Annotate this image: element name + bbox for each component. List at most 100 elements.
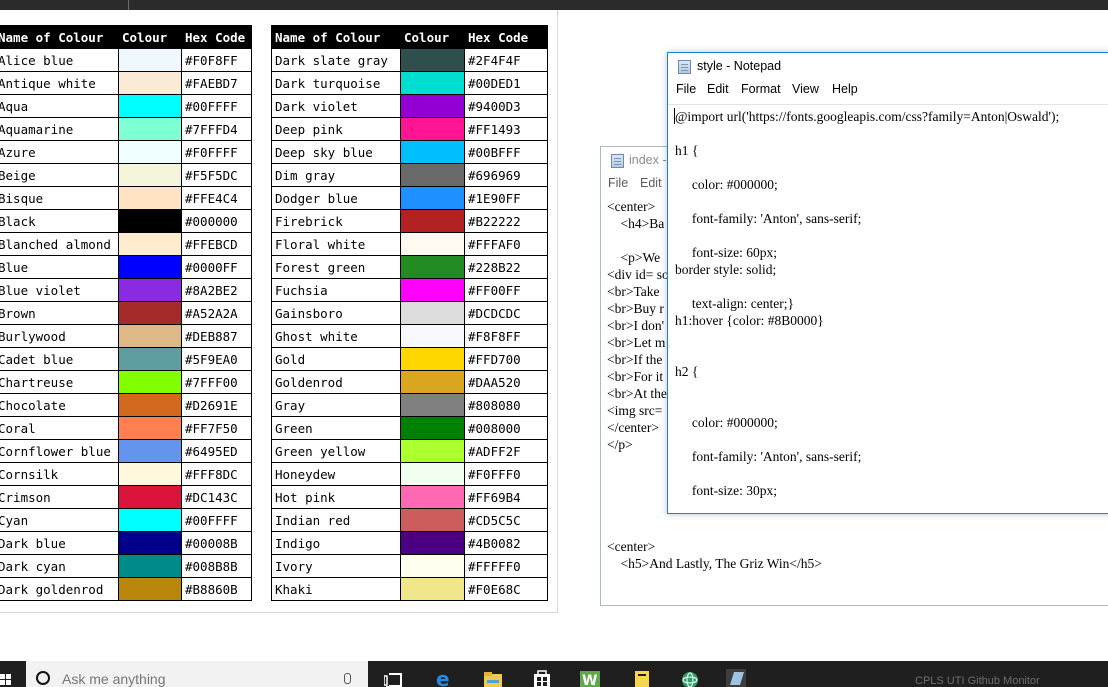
colour-hex-cell: #8A2BE2 <box>181 278 252 302</box>
index-menu-file[interactable]: File <box>608 176 628 190</box>
colour-swatch <box>118 140 182 164</box>
colour-hex-cell: #F8F8FF <box>464 324 548 348</box>
colour-row: Antique white #FAEBD7 <box>0 71 252 95</box>
colour-hex-cell: #00BFFF <box>464 140 548 164</box>
colour-row: Fuchsia #FF00FF <box>271 278 548 302</box>
edge-icon[interactable]: e <box>434 669 454 687</box>
colour-name-cell: Blanched almond <box>0 232 119 256</box>
colour-swatch <box>400 508 465 532</box>
colour-swatch <box>118 577 182 601</box>
colour-swatch <box>400 209 465 233</box>
colour-hex-cell: #F5F5DC <box>181 163 252 187</box>
colour-hex-cell: #1E90FF <box>464 186 548 210</box>
colour-row: Dark blue #00008B <box>0 531 252 555</box>
colour-name-cell: Goldenrod <box>271 370 401 394</box>
task-view-icon[interactable] <box>384 669 404 687</box>
colour-hex-cell: #4B0082 <box>464 531 548 555</box>
notepad-icon <box>678 60 691 74</box>
colour-swatch <box>118 485 182 509</box>
colour-hex-cell: #B8860B <box>181 577 252 601</box>
colour-name-cell: Bisque <box>0 186 119 210</box>
colour-row: Khaki #F0E68C <box>271 577 548 601</box>
colour-name-cell: Gold <box>271 347 401 371</box>
cortana-search-box[interactable]: Ask me anything <box>26 661 368 687</box>
colour-name-cell: Fuchsia <box>271 278 401 302</box>
style-title-bar[interactable]: style - Notepad <box>668 53 1108 81</box>
colour-swatch <box>400 531 465 555</box>
colour-row: Chartreuse #7FFF00 <box>0 370 252 394</box>
colour-name-cell: Gainsboro <box>271 301 401 325</box>
colour-name-cell: Dark turquoise <box>271 71 401 95</box>
colour-name-cell: Beige <box>0 163 119 187</box>
colour-name-cell: Blue violet <box>0 278 119 302</box>
style-window-title: style - Notepad <box>697 59 782 73</box>
code-line: <br>I don' <box>607 318 665 333</box>
code-line: <h5>And Lastly, The Griz Win</h5> <box>607 556 822 571</box>
code-line: </p> <box>607 437 633 452</box>
colour-swatch <box>118 393 182 417</box>
sticky-notes-icon[interactable] <box>632 669 652 687</box>
colour-name-cell: Deep sky blue <box>271 140 401 164</box>
colour-name-cell: Burlywood <box>0 324 119 348</box>
header-name-of-colour: Name of Colour <box>271 25 401 49</box>
style-menu-help[interactable]: Help <box>832 82 858 96</box>
colour-name-cell: Cornsilk <box>0 462 119 486</box>
style-menu-view[interactable]: View <box>792 82 819 96</box>
colour-name-cell: Green <box>271 416 401 440</box>
colour-swatch <box>118 554 182 578</box>
file-explorer-icon[interactable] <box>483 669 503 687</box>
colour-swatch <box>118 439 182 463</box>
code-line: border style: solid; <box>675 262 777 277</box>
colour-row: Green yellow #ADFF2F <box>271 439 548 463</box>
notepad-icon[interactable] <box>726 669 746 687</box>
colour-hex-cell: #000000 <box>181 209 252 233</box>
colour-name-cell: Indigo <box>271 531 401 555</box>
colour-hex-cell: #2F4F4F <box>464 48 548 72</box>
colour-row: Dark cyan #008B8B <box>0 554 252 578</box>
index-menu-edit[interactable]: Edit <box>640 176 662 190</box>
colour-hex-cell: #0000FF <box>181 255 252 279</box>
code-line: font-family: 'Anton', sans-serif; <box>675 211 862 226</box>
colour-name-cell: Hot pink <box>271 485 401 509</box>
code-line: <center> <box>607 539 656 554</box>
colour-row: Crimson #DC143C <box>0 485 252 509</box>
style-menu-file[interactable]: File <box>676 82 696 96</box>
colour-hex-cell: #FF69B4 <box>464 485 548 509</box>
atom-icon[interactable] <box>680 669 700 687</box>
colour-swatch <box>118 370 182 394</box>
colour-row: Firebrick #B22222 <box>271 209 548 233</box>
colour-swatch <box>400 232 465 256</box>
style-menu-format[interactable]: Format <box>741 82 781 96</box>
colour-row: Bisque #FFE4C4 <box>0 186 252 210</box>
colour-swatch <box>118 232 182 256</box>
colour-table-left: Name of Colour Colour Hex Code Alice blu… <box>0 25 252 601</box>
colour-row: Burlywood #DEB887 <box>0 324 252 348</box>
colour-row: Beige #F5F5DC <box>0 163 252 187</box>
style-menu-edit[interactable]: Edit <box>707 82 729 96</box>
colour-name-cell: Khaki <box>271 577 401 601</box>
colour-swatch <box>400 347 465 371</box>
colour-name-cell: Dark blue <box>0 531 119 555</box>
colour-row: Ghost white #F8F8FF <box>271 324 548 348</box>
microphone-icon[interactable] <box>344 673 351 684</box>
style-notepad-window[interactable]: style - Notepad File Edit Format View He… <box>667 52 1108 514</box>
colour-name-cell: Deep pink <box>271 117 401 141</box>
start-button-icon[interactable] <box>0 674 12 687</box>
colour-hex-cell: #F0E68C <box>464 577 548 601</box>
colour-name-cell: Dim gray <box>271 163 401 187</box>
colour-name-cell: Chocolate <box>0 393 119 417</box>
w-app-icon[interactable]: W <box>580 669 600 687</box>
colour-swatch <box>118 324 182 348</box>
colour-row: Gray #808080 <box>271 393 548 417</box>
colour-swatch <box>118 94 182 118</box>
colour-row: Goldenrod #DAA520 <box>271 370 548 394</box>
colour-hex-cell: #FFE4C4 <box>181 186 252 210</box>
colour-row: Deep sky blue #00BFFF <box>271 140 548 164</box>
colour-name-cell: Cyan <box>0 508 119 532</box>
code-line: h2 { <box>675 364 699 379</box>
colour-hex-cell: #696969 <box>464 163 548 187</box>
store-icon[interactable] <box>532 669 552 687</box>
colour-swatch <box>118 163 182 187</box>
header-colour: Colour <box>118 25 182 49</box>
style-text-area[interactable]: @import url('https://fonts.googleapis.co… <box>668 104 1108 513</box>
